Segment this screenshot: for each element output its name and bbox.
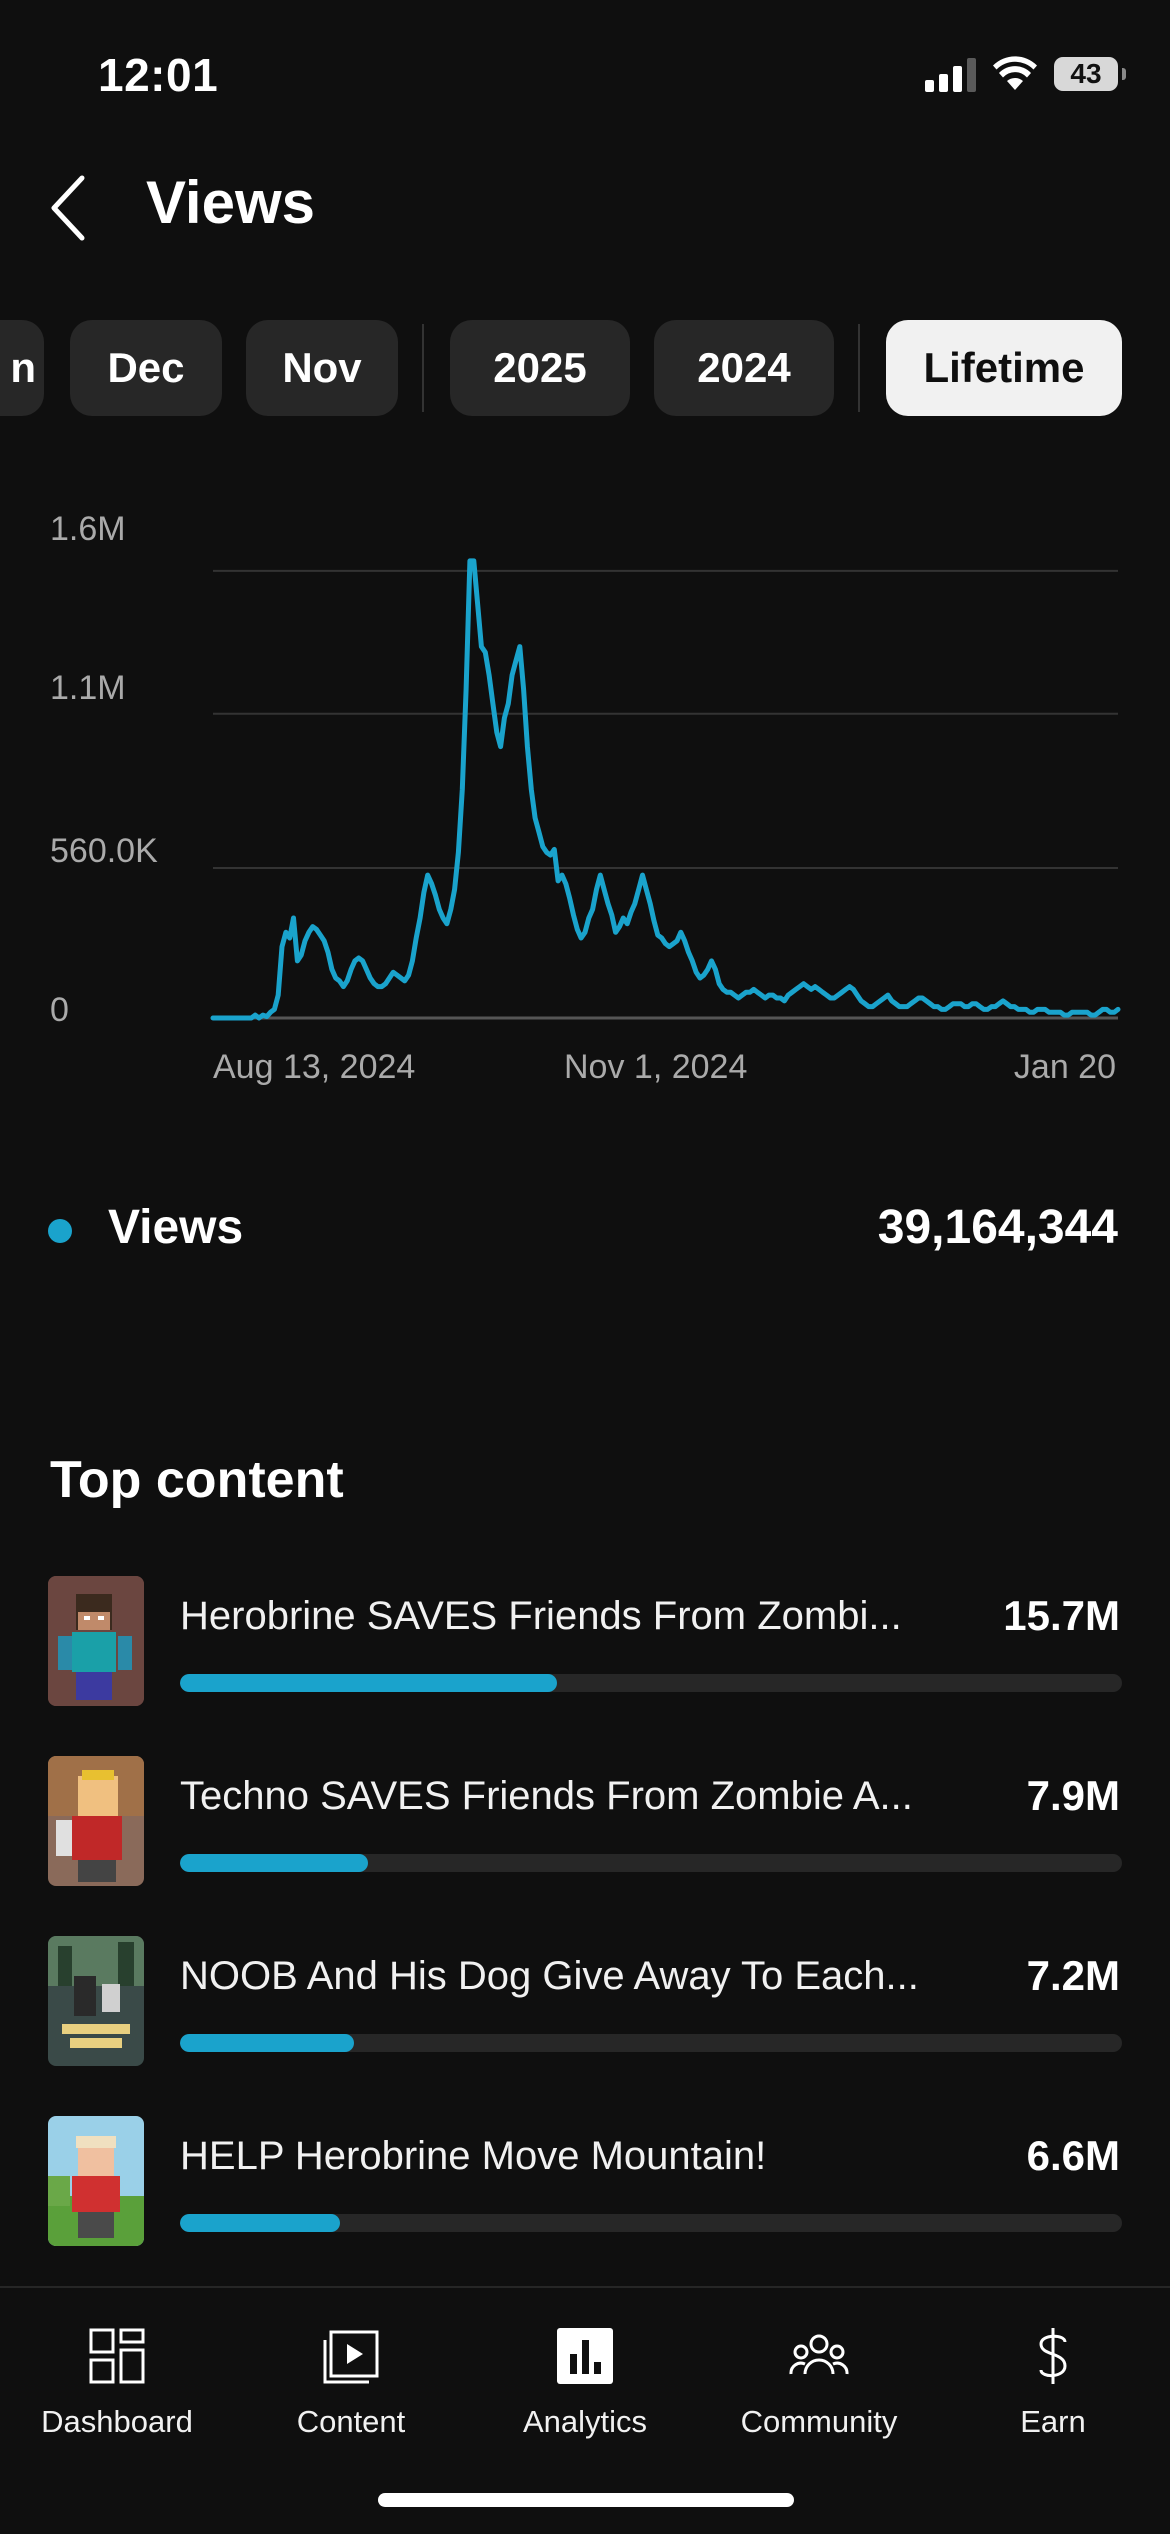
video-thumbnail bbox=[48, 1936, 144, 2066]
top-content-item[interactable]: NOOB And His Dog Give Away To Each... 7.… bbox=[0, 1936, 1170, 2076]
status-icons: 43 bbox=[925, 52, 1126, 96]
y-axis-ticks: 1.6M 1.1M 560.0K 0 bbox=[50, 510, 158, 1029]
video-title: HELP Herobrine Move Mountain! bbox=[180, 2134, 767, 2178]
views-share-bar bbox=[180, 2214, 1122, 2232]
legend-color-dot bbox=[48, 1219, 72, 1243]
total-views-value: 39,164,344 bbox=[877, 1201, 1118, 1254]
chip-nov[interactable]: Nov bbox=[246, 320, 398, 416]
x-tick-label: Nov 1, 2024 bbox=[564, 1048, 747, 1086]
cellular-signal-icon bbox=[925, 56, 976, 92]
nav-label: Earn bbox=[1020, 2404, 1086, 2439]
video-thumbnail bbox=[48, 1576, 144, 1706]
y-tick-label: 0 bbox=[50, 991, 69, 1029]
views-share-fill bbox=[180, 1674, 557, 1692]
x-axis-ticks: Aug 13, 2024 Nov 1, 2024 Jan 20 bbox=[213, 1048, 1116, 1086]
chip-jan[interactable]: n bbox=[0, 320, 44, 416]
x-tick-label: Jan 20 bbox=[1014, 1048, 1116, 1086]
battery-level: 43 bbox=[1070, 58, 1102, 89]
status-bar: 12:01 43 bbox=[0, 0, 1170, 140]
status-time: 12:01 bbox=[98, 49, 219, 101]
dashboard-icon bbox=[89, 2328, 145, 2384]
video-views: 7.9M bbox=[1026, 1772, 1120, 1819]
views-share-fill bbox=[180, 2034, 355, 2052]
chip-divider bbox=[422, 324, 424, 412]
chip-label: Dec bbox=[107, 344, 185, 391]
x-tick-label: Aug 13, 2024 bbox=[213, 1048, 415, 1086]
video-title: Techno SAVES Friends From Zombie A... bbox=[180, 1774, 913, 1818]
top-content-item[interactable]: Herobrine SAVES Friends From Zombi... 15… bbox=[0, 1576, 1170, 1716]
battery-icon: 43 bbox=[1054, 57, 1126, 91]
chip-label: 2024 bbox=[697, 344, 791, 391]
nav-content[interactable]: Content bbox=[234, 2308, 468, 2448]
chip-2025[interactable]: 2025 bbox=[450, 320, 630, 416]
views-share-fill bbox=[180, 1854, 369, 1872]
page-title: Views bbox=[146, 169, 316, 236]
analytics-icon bbox=[557, 2328, 613, 2384]
nav-earn[interactable]: Earn bbox=[936, 2308, 1170, 2448]
chip-label: Nov bbox=[282, 344, 362, 391]
views-share-fill bbox=[180, 2214, 341, 2232]
chevron-left-icon bbox=[51, 175, 85, 241]
chip-divider bbox=[858, 324, 860, 412]
video-views: 15.7M bbox=[1003, 1592, 1120, 1639]
nav-dashboard[interactable]: Dashboard bbox=[0, 2308, 234, 2448]
top-content-item[interactable]: HELP Herobrine Move Mountain! 6.6M bbox=[0, 2116, 1170, 2256]
community-icon bbox=[789, 2334, 849, 2375]
back-button[interactable] bbox=[42, 170, 102, 246]
home-indicator bbox=[378, 2493, 794, 2507]
nav-community[interactable]: Community bbox=[702, 2308, 936, 2448]
nav-label: Analytics bbox=[522, 2404, 648, 2439]
views-share-bar bbox=[180, 1854, 1122, 1872]
video-views: 7.2M bbox=[1026, 1952, 1120, 1999]
chip-lifetime[interactable]: Lifetime bbox=[886, 320, 1122, 416]
video-views: 6.6M bbox=[1026, 2132, 1120, 2179]
y-tick-label: 560.0K bbox=[50, 832, 158, 870]
top-content-title: Top content bbox=[50, 1451, 344, 1509]
legend-label: Views bbox=[108, 1201, 244, 1254]
top-content-item[interactable]: Techno SAVES Friends From Zombie A... 7.… bbox=[0, 1756, 1170, 1896]
nav-analytics[interactable]: Analytics bbox=[468, 2308, 702, 2448]
views-line-chart[interactable]: 1.6M 1.1M 560.0K 0 Aug 13, 2024 Nov 1, 2… bbox=[0, 490, 1170, 1110]
dollar-icon bbox=[1039, 2328, 1067, 2384]
y-tick-label: 1.1M bbox=[50, 669, 126, 707]
views-share-bar bbox=[180, 2034, 1122, 2052]
chip-label: 2025 bbox=[493, 344, 587, 391]
chip-label: n bbox=[10, 344, 36, 391]
views-series-line bbox=[210, 558, 1121, 1021]
video-thumbnail bbox=[48, 1756, 144, 1886]
nav-label: Content bbox=[296, 2404, 406, 2439]
nav-label: Community bbox=[740, 2404, 898, 2439]
chip-2024[interactable]: 2024 bbox=[654, 320, 834, 416]
nav-label: Dashboard bbox=[41, 2404, 193, 2439]
chart-grid bbox=[213, 569, 1118, 1020]
content-icon bbox=[323, 2330, 379, 2384]
chip-label: Lifetime bbox=[923, 344, 1085, 391]
wifi-icon bbox=[993, 56, 1037, 90]
video-title: Herobrine SAVES Friends From Zombi... bbox=[180, 1594, 902, 1638]
y-tick-label: 1.6M bbox=[50, 510, 126, 548]
video-title: NOOB And His Dog Give Away To Each... bbox=[180, 1954, 919, 1998]
video-thumbnail bbox=[48, 2116, 144, 2246]
views-share-bar bbox=[180, 1674, 1122, 1692]
date-range-filter: n Dec Nov 2025 2024 Lifetime bbox=[0, 320, 1170, 416]
chip-dec[interactable]: Dec bbox=[70, 320, 222, 416]
